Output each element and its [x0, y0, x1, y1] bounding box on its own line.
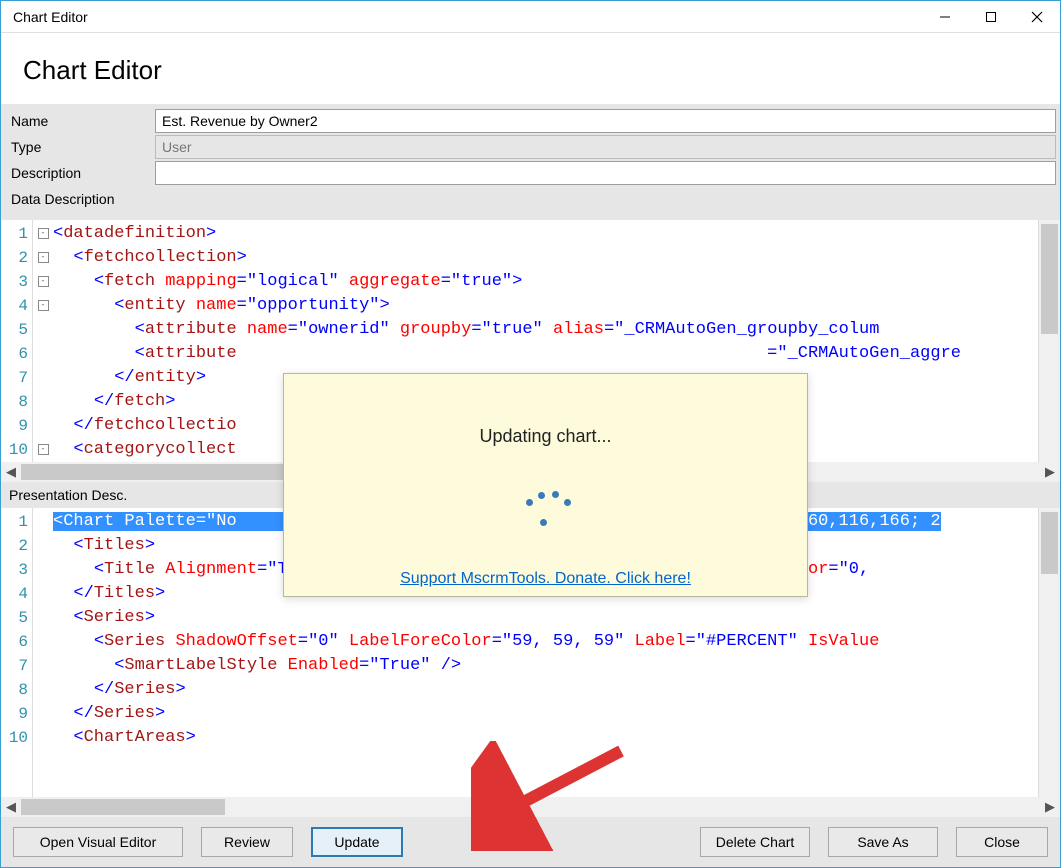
- type-label: Type: [5, 137, 155, 157]
- open-visual-editor-button[interactable]: Open Visual Editor: [13, 827, 183, 857]
- minimize-icon: [939, 11, 951, 23]
- page-title: Chart Editor: [23, 55, 1060, 86]
- minimize-button[interactable]: [922, 2, 968, 32]
- hscroll-right-icon[interactable]: ▶: [1040, 797, 1060, 817]
- data-editor-gutter: 1 2 3 4 5 6 7 8 9 10: [1, 220, 33, 462]
- presentation-editor-vscrollbar[interactable]: [1038, 508, 1060, 797]
- presentation-editor-hscrollbar[interactable]: ◀ ▶: [1, 797, 1060, 817]
- review-button[interactable]: Review: [201, 827, 293, 857]
- chart-meta-form: Name Type Description Data Description: [1, 104, 1060, 220]
- presentation-editor-fold-column[interactable]: [33, 508, 53, 797]
- window-controls: [922, 1, 1060, 32]
- data-editor-fold-column[interactable]: ---- -: [33, 220, 53, 462]
- updating-chart-popup: Updating chart... Support MscrmTools. Do…: [283, 373, 808, 597]
- button-bar: Open Visual Editor Review Update Delete …: [1, 817, 1060, 867]
- update-button[interactable]: Update: [311, 827, 403, 857]
- page-header: Chart Editor: [1, 33, 1060, 104]
- hscroll-left-icon[interactable]: ◀: [1, 797, 21, 817]
- name-label: Name: [5, 111, 155, 131]
- hscroll-left-icon[interactable]: ◀: [1, 462, 21, 482]
- type-input: [155, 135, 1056, 159]
- name-input[interactable]: [155, 109, 1056, 133]
- data-description-label: Data Description: [5, 187, 121, 211]
- close-window-button[interactable]: [1014, 2, 1060, 32]
- description-input[interactable]: [155, 161, 1056, 185]
- delete-chart-button[interactable]: Delete Chart: [700, 827, 810, 857]
- popup-message: Updating chart...: [479, 426, 611, 447]
- data-editor-vscrollbar[interactable]: [1038, 220, 1060, 462]
- chart-editor-window: Chart Editor Chart Editor Name Type Desc: [0, 0, 1061, 868]
- titlebar: Chart Editor: [1, 1, 1060, 33]
- donate-link[interactable]: Support MscrmTools. Donate. Click here!: [400, 570, 691, 588]
- hscroll-right-icon[interactable]: ▶: [1040, 462, 1060, 482]
- description-label: Description: [5, 163, 155, 183]
- maximize-icon: [985, 11, 997, 23]
- loading-spinner-icon: [516, 489, 576, 529]
- maximize-button[interactable]: [968, 2, 1014, 32]
- close-icon: [1031, 11, 1043, 23]
- save-as-button[interactable]: Save As: [828, 827, 938, 857]
- window-title: Chart Editor: [13, 9, 88, 25]
- close-button[interactable]: Close: [956, 827, 1048, 857]
- presentation-editor-gutter: 1 2 3 4 5 6 7 8 9 10: [1, 508, 33, 797]
